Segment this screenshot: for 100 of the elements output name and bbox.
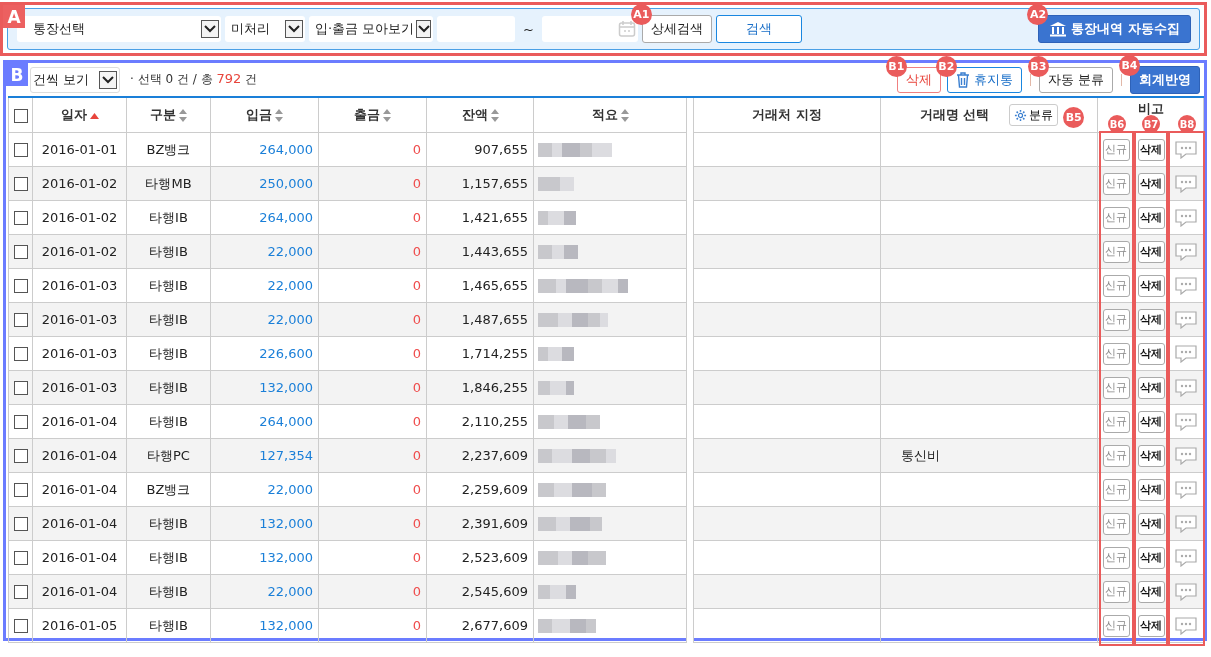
delete-button[interactable]: 삭제 xyxy=(1138,308,1165,331)
withdrawal-cell: 0 xyxy=(412,584,421,599)
comment-icon[interactable] xyxy=(1174,140,1197,159)
classify-button[interactable]: 분류 xyxy=(1009,104,1059,126)
date-field[interactable] xyxy=(541,16,638,42)
new-button[interactable]: 신규 xyxy=(1102,274,1130,297)
withdrawal-cell: 0 xyxy=(412,618,421,633)
new-button[interactable]: 신규 xyxy=(1102,172,1130,195)
delete-button[interactable]: 삭제 xyxy=(1138,138,1165,161)
type-cell: 타행IB xyxy=(149,413,188,429)
new-button[interactable]: 신규 xyxy=(1102,580,1130,603)
deposit-cell: 132,000 xyxy=(259,550,313,565)
comment-icon[interactable] xyxy=(1174,480,1197,499)
comment-icon[interactable] xyxy=(1174,378,1197,397)
deposit-cell: 22,000 xyxy=(267,482,313,497)
deposit-cell: 132,000 xyxy=(259,618,313,633)
date-cell: 2016-01-03 xyxy=(41,380,118,395)
date-field[interactable] xyxy=(437,16,515,42)
row-checkbox[interactable] xyxy=(14,245,28,260)
status-select[interactable]: 미처리 xyxy=(225,16,305,42)
new-button[interactable]: 신규 xyxy=(1102,376,1130,399)
new-button[interactable]: 신규 xyxy=(1102,240,1130,263)
withdrawal-cell: 0 xyxy=(412,414,421,429)
comment-icon[interactable] xyxy=(1174,242,1197,261)
balance-cell: 2,677,609 xyxy=(461,618,528,633)
row-checkbox[interactable] xyxy=(14,211,28,226)
column-header[interactable]: 출금 xyxy=(354,107,380,122)
comment-icon[interactable] xyxy=(1174,514,1197,533)
delete-button[interactable]: 삭제 xyxy=(1138,206,1165,229)
blurred-text xyxy=(538,415,600,430)
blurred-text xyxy=(538,517,602,532)
column-header[interactable]: 잔액 xyxy=(461,107,488,122)
column-header[interactable]: 적요 xyxy=(591,107,618,122)
delete-button[interactable]: 삭제 xyxy=(1138,478,1165,501)
balance-cell: 1,443,655 xyxy=(461,244,528,259)
column-header[interactable]: 구분 xyxy=(150,107,176,122)
new-button[interactable]: 신규 xyxy=(1102,410,1130,433)
date-cell: 2016-01-05 xyxy=(41,618,118,633)
view-select[interactable]: 입·출금 모아보기 xyxy=(309,16,433,42)
row-checkbox[interactable] xyxy=(14,415,28,430)
select-all-checkbox[interactable] xyxy=(13,108,28,123)
row-checkbox[interactable] xyxy=(14,143,28,158)
blurred-text xyxy=(538,313,608,328)
date-cell: 2016-01-04 xyxy=(41,448,118,463)
comment-icon[interactable] xyxy=(1174,174,1197,193)
comment-icon[interactable] xyxy=(1174,344,1197,363)
row-checkbox[interactable] xyxy=(14,585,28,600)
dropdown-icon xyxy=(99,70,117,89)
new-button[interactable]: 신규 xyxy=(1102,444,1130,467)
new-button[interactable]: 신규 xyxy=(1102,614,1130,637)
row-checkbox[interactable] xyxy=(14,551,28,566)
column-header[interactable]: 입금 xyxy=(246,107,272,122)
delete-button[interactable]: 삭제 xyxy=(1138,444,1165,467)
delete-button[interactable]: 삭제 xyxy=(1138,614,1165,637)
comment-icon[interactable] xyxy=(1174,412,1197,431)
type-cell: 타행PC xyxy=(147,447,190,463)
delete-button[interactable]: 삭제 xyxy=(1138,410,1165,433)
row-checkbox[interactable] xyxy=(14,517,28,532)
new-button[interactable]: 신규 xyxy=(1102,308,1130,331)
delete-button[interactable]: 삭제 xyxy=(1138,512,1165,535)
comment-icon[interactable] xyxy=(1174,276,1197,295)
withdrawal-cell: 0 xyxy=(412,312,421,327)
delete-button[interactable]: 삭제 xyxy=(1138,376,1165,399)
comment-icon[interactable] xyxy=(1174,582,1197,601)
column-header: 거래처 지정 xyxy=(752,107,822,122)
new-button[interactable]: 신규 xyxy=(1102,138,1130,161)
column-header: 비고 xyxy=(1137,101,1164,116)
row-checkbox[interactable] xyxy=(14,381,28,396)
row-checkbox[interactable] xyxy=(14,279,28,294)
new-button[interactable]: 신규 xyxy=(1102,512,1130,535)
comment-icon[interactable] xyxy=(1174,616,1197,635)
blurred-text xyxy=(538,483,606,498)
row-checkbox[interactable] xyxy=(14,483,28,498)
new-button[interactable]: 신규 xyxy=(1102,478,1130,501)
row-checkbox[interactable] xyxy=(14,449,28,464)
row-checkbox[interactable] xyxy=(14,619,28,634)
delete-button[interactable]: 삭제 xyxy=(1138,172,1165,195)
blurred-text xyxy=(538,551,606,566)
search-button[interactable]: 검색 xyxy=(715,15,802,43)
column-header[interactable]: 일자 xyxy=(60,107,87,122)
comment-icon[interactable] xyxy=(1174,310,1197,329)
balance-cell: 1,157,655 xyxy=(461,176,528,191)
deposit-cell: 127,354 xyxy=(259,448,313,463)
comment-icon[interactable] xyxy=(1174,446,1197,465)
comment-icon[interactable] xyxy=(1174,208,1197,227)
delete-button[interactable]: 삭제 xyxy=(1138,546,1165,569)
delete-button[interactable]: 삭제 xyxy=(1138,342,1165,365)
row-checkbox[interactable] xyxy=(14,347,28,362)
delete-button[interactable]: 삭제 xyxy=(1138,240,1165,263)
comment-icon[interactable] xyxy=(1174,548,1197,567)
delete-button[interactable]: 삭제 xyxy=(1138,274,1165,297)
withdrawal-cell: 0 xyxy=(412,176,421,191)
new-button[interactable]: 신규 xyxy=(1102,342,1130,365)
new-button[interactable]: 신규 xyxy=(1102,206,1130,229)
delete-button[interactable]: 삭제 xyxy=(1138,580,1165,603)
row-checkbox[interactable] xyxy=(14,313,28,328)
new-button[interactable]: 신규 xyxy=(1102,546,1130,569)
page-size-select[interactable]: 건씩 보기 xyxy=(30,66,120,93)
row-checkbox[interactable] xyxy=(14,177,28,192)
date-cell: 2016-01-04 xyxy=(41,482,118,497)
